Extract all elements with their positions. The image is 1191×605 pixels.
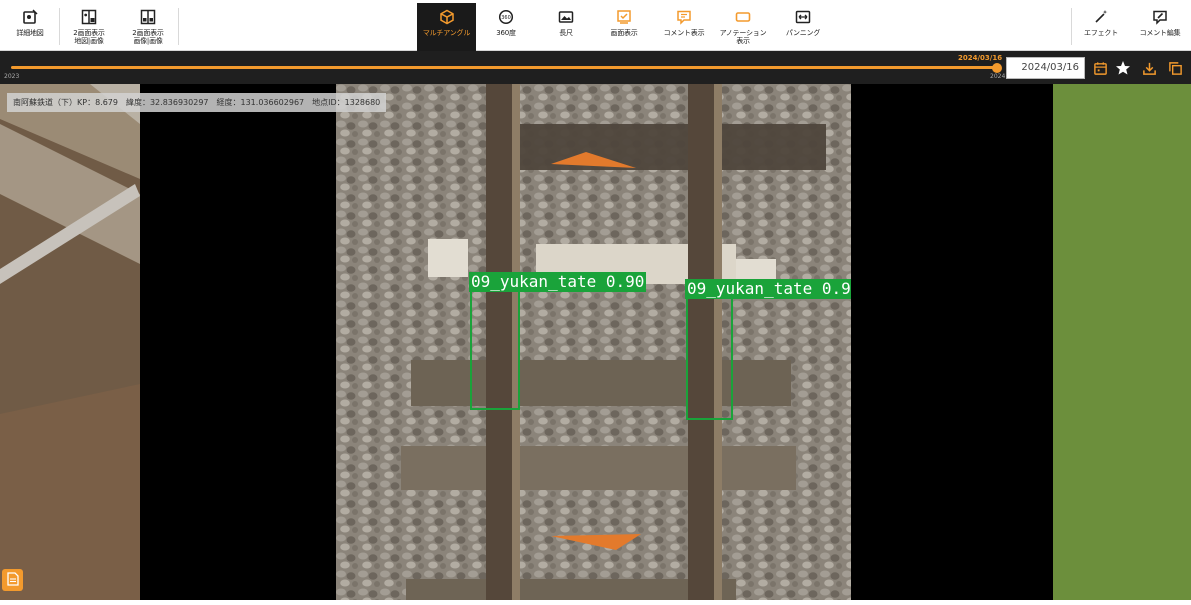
360-icon: 360	[497, 8, 515, 26]
effect-button[interactable]: エフェクト	[1078, 3, 1124, 48]
timeline-tick-start: 2023	[4, 73, 20, 80]
panning-button[interactable]: パンニング	[780, 3, 826, 48]
document-button[interactable]	[2, 569, 23, 591]
annotation-display-button[interactable]: アノテーション 表示	[716, 3, 770, 48]
panning-icon	[794, 8, 812, 26]
comment-display-button[interactable]: コメント表示	[660, 3, 708, 48]
toolbar-divider	[178, 8, 179, 45]
screen-display-icon	[615, 8, 633, 26]
screen-display-button[interactable]: 画面表示	[600, 3, 648, 48]
comment-edit-label: コメント編集	[1139, 29, 1181, 37]
detection-label-1: 09_yukan_tate 0.90	[469, 272, 647, 292]
download-icon[interactable]	[1140, 59, 1158, 77]
map-detail-label: 詳細地図	[16, 29, 44, 37]
split-image-image-button[interactable]: 2画面表示 画像|画像	[123, 3, 173, 48]
annotation-display-label: アノテーション 表示	[719, 29, 767, 45]
top-toolbar: 詳細地図 2画面表示 地図|画像 2画面表示 画像|画像 マルチアングル 360…	[0, 0, 1191, 51]
cube-icon	[438, 8, 456, 26]
split-image-image-label: 2画面表示 画像|画像	[132, 29, 164, 45]
panorama-button[interactable]: 長尺	[543, 3, 589, 48]
left-image-panel	[0, 84, 140, 605]
multi-angle-label: マルチアングル	[422, 29, 471, 37]
document-icon	[6, 571, 19, 590]
panorama-label: 長尺	[559, 29, 573, 37]
timeline-tick-end: 2024	[990, 73, 1006, 80]
split-map-image-label: 2画面表示 地図|画像	[73, 29, 105, 45]
detection-box-2[interactable]	[686, 294, 733, 420]
split-image-image-icon	[139, 8, 157, 26]
timeline-track[interactable]	[11, 66, 997, 69]
right-image-panel	[1053, 84, 1191, 605]
annotation-icon	[734, 8, 752, 26]
date-input[interactable]: 2024/03/16	[1006, 57, 1085, 79]
detection-box-1[interactable]	[470, 286, 520, 410]
toolbar-divider	[1071, 8, 1072, 45]
panning-label: パンニング	[785, 29, 821, 37]
image-viewer[interactable]: 09_yukan_tate 0.90 09_yukan_tate 0.91	[0, 84, 1191, 605]
svg-text:360: 360	[501, 15, 511, 21]
toolbar-divider	[59, 8, 60, 45]
comment-edit-button[interactable]: コメント編集	[1134, 3, 1186, 48]
timeline-handle[interactable]	[992, 63, 1002, 73]
effect-label: エフェクト	[1084, 29, 1118, 37]
screen-display-label: 画面表示	[610, 29, 638, 37]
timeline-current-date: 2024/03/16	[958, 54, 1003, 62]
map-detail-button[interactable]: 詳細地図	[8, 3, 52, 48]
bottom-border	[0, 600, 1191, 605]
calendar-icon[interactable]	[1091, 59, 1109, 77]
panorama-icon	[557, 8, 575, 26]
view-360-button[interactable]: 360 360度	[483, 3, 529, 48]
split-map-image-icon	[80, 8, 98, 26]
magic-wand-icon	[1092, 8, 1110, 26]
star-icon[interactable]	[1114, 59, 1132, 77]
split-map-image-button[interactable]: 2画面表示 地図|画像	[64, 3, 114, 48]
comment-display-label: コメント表示	[663, 29, 705, 37]
location-info: 南阿蘇鉄道（下）KP：8.679 緯度：32.836930297 経度：131.…	[7, 93, 387, 112]
multi-angle-button[interactable]: マルチアングル	[417, 3, 476, 48]
copy-icon[interactable]	[1166, 59, 1184, 77]
view-360-label: 360度	[496, 29, 516, 37]
detection-label-2: 09_yukan_tate 0.91	[685, 279, 851, 299]
comment-edit-icon	[1151, 8, 1169, 26]
center-track-image: 09_yukan_tate 0.90 09_yukan_tate 0.91	[336, 84, 851, 605]
comment-icon	[675, 8, 693, 26]
map-detail-icon	[21, 8, 39, 26]
